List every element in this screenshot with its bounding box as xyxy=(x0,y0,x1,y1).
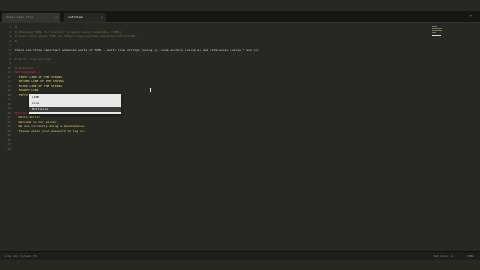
line-number: 21 xyxy=(7,115,11,119)
tab-label: untitled xyxy=(68,15,83,19)
close-icon[interactable]: × xyxy=(55,13,57,22)
tab-label: hosts_test_file xyxy=(6,15,34,19)
line-number: 19 xyxy=(7,106,11,110)
line-number: 13 xyxy=(7,79,11,83)
line-number: 12 xyxy=(7,74,11,79)
line-number: 28 xyxy=(7,146,11,151)
code-line: # xyxy=(15,38,17,43)
line-number: 20 xyxy=(7,110,11,115)
line-number: 1 xyxy=(9,25,11,29)
line-number: 18 xyxy=(7,101,11,106)
code-line: Welcome on our server. xyxy=(15,119,59,124)
minimap-line xyxy=(432,26,437,27)
line-number: 10 xyxy=(7,65,11,70)
tab-size-selector[interactable]: Tab Size: 4 xyxy=(433,254,453,258)
code-line: # Advanced YAML for Ansible: plugins usi… xyxy=(15,29,122,34)
code-line: FOURTH LINE xyxy=(15,88,39,92)
line-number: 7 xyxy=(9,52,11,56)
line-number: 11 xyxy=(7,70,11,74)
status-bar: Line 14, Column 15 Tab Size: 4 YAML xyxy=(0,251,480,260)
line-number: 8 xyxy=(9,56,11,61)
code-line: # Learn more about YAML at https://www.y… xyxy=(15,34,142,38)
minimap-line xyxy=(432,35,441,36)
autocomplete-item-selected[interactable]: MultiLine xyxy=(29,107,121,112)
tab-bar: hosts_test_file × untitled × xyxy=(0,11,480,23)
code-line: We are currently doing a maintenance. xyxy=(15,124,86,128)
status-right: Tab Size: 4 YAML xyxy=(421,252,474,260)
code-line: Hello World! xyxy=(15,115,41,119)
text-cursor xyxy=(150,88,151,92)
minimap-line xyxy=(432,32,436,33)
tab-hosts-test-file[interactable]: hosts_test_file × xyxy=(2,13,60,22)
cursor-position: Line 14, Column 15 xyxy=(4,254,37,258)
autocomplete-item[interactable]: LINE xyxy=(29,95,121,100)
minimap[interactable] xyxy=(432,25,444,39)
code-line: FIRST LINE OF THE STRING xyxy=(15,74,62,79)
line-number: 9 xyxy=(9,61,11,65)
line-number: 27 xyxy=(7,142,11,146)
code-line: THIRD LINE OF THE STRING xyxy=(15,83,62,88)
line-number: 4 xyxy=(9,38,11,43)
line-number: 17 xyxy=(7,97,11,101)
autocomplete-item[interactable]: Line xyxy=(29,101,121,106)
editor-window: hosts_test_file × untitled × ▾ 123456789… xyxy=(0,0,480,270)
line-number: 5 xyxy=(9,43,11,47)
line-number: 3 xyxy=(9,34,11,38)
minimap-line xyxy=(432,28,442,29)
line-number: 25 xyxy=(7,133,11,137)
line-number: 22 xyxy=(7,119,11,124)
line-number: 15 xyxy=(7,88,11,92)
line-number: 14 xyxy=(7,83,11,88)
code-line: StringPiped: | xyxy=(15,70,41,74)
line-number: 6 xyxy=(9,47,11,52)
line-number: 23 xyxy=(7,124,11,128)
code-line: There are three important advanced parts… xyxy=(15,47,259,52)
line-number: 24 xyxy=(7,128,11,133)
code-line: # Examples xyxy=(15,65,34,70)
line-number: 2 xyxy=(9,29,11,34)
minimap-line xyxy=(432,30,442,31)
close-icon[interactable]: × xyxy=(101,13,103,22)
menu-icon[interactable]: ▾ xyxy=(470,13,472,18)
line-number: 26 xyxy=(7,137,11,142)
code-line: # multi line strings xyxy=(15,56,52,61)
tab-untitled[interactable]: untitled × xyxy=(64,13,106,22)
syntax-selector[interactable]: YAML xyxy=(467,254,474,258)
line-number: 16 xyxy=(7,92,11,97)
autocomplete-popup[interactable]: LINE Line MultiLine xyxy=(29,94,121,114)
code-line: Please enter your password to log in. xyxy=(15,128,86,133)
code-line: # xyxy=(15,25,17,29)
code-line: SECOND LINE OF THE STRING xyxy=(15,79,64,83)
line-number-gutter: 1 2 3 4 5 6 7 8 9 10 11 12 13 14 15 16 17 18 19 20 21 22 23 24 2… xyxy=(0,23,13,251)
code-area[interactable]: # # Advanced YAML for Ansible: plugins us… xyxy=(15,23,415,251)
